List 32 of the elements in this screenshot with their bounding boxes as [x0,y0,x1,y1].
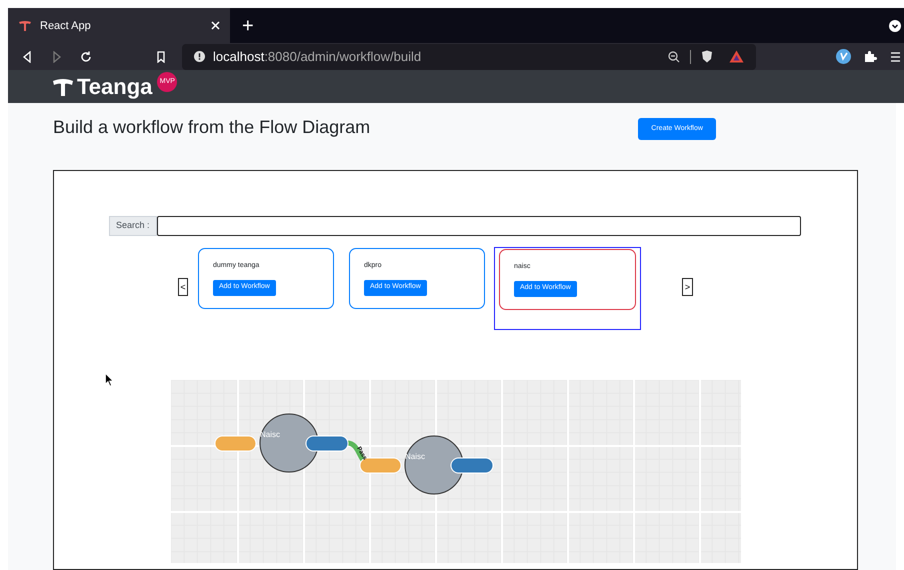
address-bar[interactable]: localhost:8080/admin/workflow/build [182,44,756,70]
brand-name: Teanga [77,73,152,101]
search-label: Search : [109,216,157,236]
search-field[interactable] [156,216,801,236]
triangle-icon[interactable] [729,50,744,64]
reload-icon[interactable] [80,50,92,63]
browser-tab[interactable]: React App [8,8,230,44]
extension-icon[interactable] [836,49,851,64]
menu-icon[interactable] [891,50,900,63]
new-tab-button[interactable]: + [242,16,254,36]
info-icon [194,51,205,62]
output-port[interactable] [450,458,494,474]
logo-icon [18,20,32,32]
cursor-icon [105,373,114,387]
shield-icon[interactable] [701,50,713,64]
page-title: Build a workflow from the Flow Diagram [53,116,370,139]
node-circle[interactable] [404,436,464,494]
next-button[interactable]: > [682,278,693,296]
bookmark-icon[interactable] [156,50,166,63]
previous-button[interactable]: < [178,278,188,296]
zoom-icon[interactable] [668,50,680,63]
back-icon[interactable] [22,50,32,63]
close-icon[interactable] [211,21,220,30]
output-port[interactable] [306,436,348,452]
input-port[interactable] [214,436,256,452]
tab-title: React App [40,18,92,34]
logo-icon [52,76,74,96]
url-text: localhost:8080/admin/workflow/build [213,48,422,66]
forward-icon[interactable] [52,50,62,63]
puzzle-icon[interactable] [864,50,877,64]
menu-icon[interactable] [889,20,901,32]
node-circle[interactable] [260,414,318,472]
